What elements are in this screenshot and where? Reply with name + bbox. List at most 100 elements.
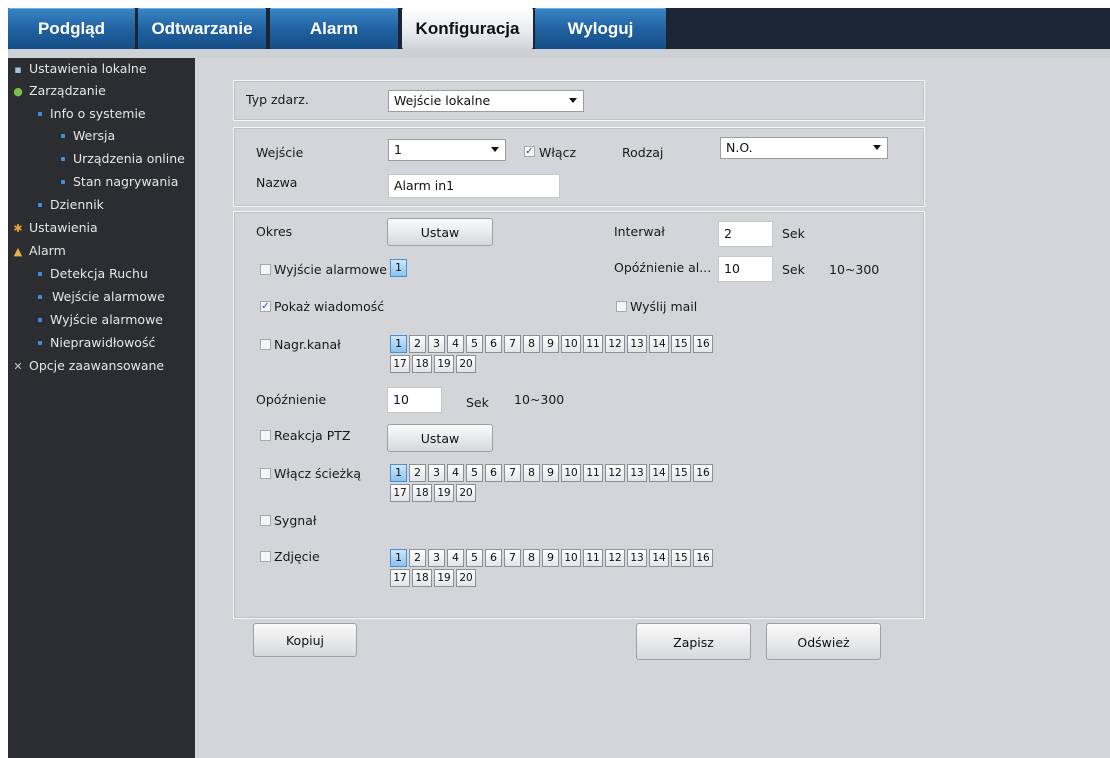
tab-configuration[interactable]: Konfiguracja: [402, 8, 533, 49]
event-type-select[interactable]: Wejście lokalne: [388, 90, 584, 112]
channel-button[interactable]: 7: [504, 549, 521, 567]
channel-button[interactable]: 7: [504, 335, 521, 353]
send-mail-checkbox[interactable]: [616, 301, 627, 312]
channel-button[interactable]: 9: [542, 464, 559, 482]
channel-button[interactable]: 20: [456, 355, 476, 373]
channel-button[interactable]: 6: [485, 464, 502, 482]
channel-button[interactable]: 3: [428, 549, 445, 567]
alarm-delay-input[interactable]: 10: [718, 256, 773, 282]
channel-button[interactable]: 10: [561, 549, 581, 567]
channel-button[interactable]: 15: [671, 335, 691, 353]
sidebar-item-advanced[interactable]: ✕ Opcje zaawansowane: [12, 355, 164, 377]
show-message-checkbox[interactable]: ✓: [260, 301, 271, 312]
type-select[interactable]: N.O.: [720, 137, 888, 159]
tour-checkbox[interactable]: [260, 468, 271, 479]
channel-button[interactable]: 3: [428, 335, 445, 353]
sidebar-item-alarm-input[interactable]: Wejście alarmowe: [38, 286, 169, 308]
sidebar-item-motion-detection[interactable]: Detekcja Ruchu: [38, 263, 148, 285]
channel-button[interactable]: 20: [456, 484, 476, 502]
alarm-output-checkbox[interactable]: [260, 264, 271, 275]
channel-button[interactable]: 12: [605, 335, 625, 353]
channel-button[interactable]: 14: [649, 464, 669, 482]
channel-button[interactable]: 20: [456, 569, 476, 587]
channel-button[interactable]: 4: [447, 549, 464, 567]
channel-button[interactable]: 14: [649, 549, 669, 567]
delay-input[interactable]: 10: [387, 387, 442, 413]
channel-button[interactable]: 11: [583, 549, 603, 567]
tab-alarm[interactable]: Alarm: [270, 8, 398, 49]
channel-button[interactable]: 19: [434, 484, 454, 502]
channel-button[interactable]: 7: [504, 464, 521, 482]
channel-button[interactable]: 18: [412, 355, 432, 373]
channel-button[interactable]: 17: [390, 355, 410, 373]
channel-button[interactable]: 18: [412, 484, 432, 502]
channel-button[interactable]: 2: [409, 464, 426, 482]
channel-button[interactable]: 1: [390, 549, 407, 567]
sidebar-item-local-settings[interactable]: ▪ Ustawienia lokalne: [12, 58, 146, 80]
channel-button[interactable]: 8: [523, 464, 540, 482]
channel-button[interactable]: 10: [561, 464, 581, 482]
name-input[interactable]: Alarm in1: [388, 174, 560, 198]
channel-button[interactable]: 12: [605, 464, 625, 482]
period-set-button[interactable]: Ustaw: [387, 218, 493, 246]
sidebar-item-alarm-output[interactable]: Wyjście alarmowe: [38, 309, 163, 331]
channel-button[interactable]: 17: [390, 484, 410, 502]
channel-button[interactable]: 8: [523, 335, 540, 353]
channel-button[interactable]: 5: [466, 335, 483, 353]
sidebar-item-management[interactable]: ● Zarządzanie: [12, 80, 106, 102]
refresh-button[interactable]: Odśwież: [766, 623, 881, 660]
channel-button[interactable]: 5: [466, 549, 483, 567]
channel-button[interactable]: 16: [693, 335, 713, 353]
sidebar-item-abnormality[interactable]: Nieprawidłowość: [38, 332, 155, 354]
sidebar-item-settings[interactable]: ✱ Ustawienia: [12, 217, 97, 239]
channel-button[interactable]: 19: [434, 569, 454, 587]
snapshot-checkbox[interactable]: [260, 551, 271, 562]
ptz-set-button[interactable]: Ustaw: [387, 424, 493, 452]
channel-button[interactable]: 4: [447, 464, 464, 482]
channel-button[interactable]: 6: [485, 335, 502, 353]
sidebar-item-system-info[interactable]: Info o systemie: [38, 103, 146, 125]
channel-button[interactable]: 16: [693, 464, 713, 482]
channel-button[interactable]: 10: [561, 335, 581, 353]
channel-button[interactable]: 16: [693, 549, 713, 567]
channel-button[interactable]: 9: [542, 335, 559, 353]
copy-button[interactable]: Kopiuj: [253, 623, 357, 657]
sidebar-item-log[interactable]: Dziennik: [38, 194, 104, 216]
channel-button[interactable]: 19: [434, 355, 454, 373]
channel-button[interactable]: 18: [412, 569, 432, 587]
channel-button[interactable]: 12: [605, 549, 625, 567]
channel-button[interactable]: 13: [627, 464, 647, 482]
channel-button[interactable]: 13: [627, 335, 647, 353]
channel-button[interactable]: 1: [390, 259, 407, 277]
interval-input[interactable]: 2: [718, 221, 773, 247]
enable-checkbox[interactable]: ✓: [524, 146, 535, 157]
channel-button[interactable]: 11: [583, 464, 603, 482]
signal-checkbox[interactable]: [260, 515, 271, 526]
tab-preview[interactable]: Podgląd: [8, 8, 135, 49]
record-channel-checkbox[interactable]: [260, 339, 271, 350]
channel-button[interactable]: 1: [390, 335, 407, 353]
channel-button[interactable]: 1: [390, 464, 407, 482]
channel-button[interactable]: 15: [671, 549, 691, 567]
channel-button[interactable]: 14: [649, 335, 669, 353]
ptz-checkbox[interactable]: [260, 430, 271, 441]
channel-button[interactable]: 9: [542, 549, 559, 567]
sidebar-item-version[interactable]: Wersja: [61, 125, 115, 147]
channel-button[interactable]: 5: [466, 464, 483, 482]
channel-button[interactable]: 3: [428, 464, 445, 482]
save-button[interactable]: Zapisz: [636, 623, 751, 660]
sidebar-item-online-devices[interactable]: Urządzenia online: [61, 148, 185, 170]
channel-button[interactable]: 11: [583, 335, 603, 353]
channel-button[interactable]: 2: [409, 549, 426, 567]
tab-logout[interactable]: Wyloguj: [535, 8, 666, 49]
channel-button[interactable]: 17: [390, 569, 410, 587]
sidebar-item-recording-state[interactable]: Stan nagrywania: [61, 171, 178, 193]
input-select[interactable]: 1: [388, 139, 506, 161]
channel-button[interactable]: 4: [447, 335, 464, 353]
channel-button[interactable]: 2: [409, 335, 426, 353]
tab-playback[interactable]: Odtwarzanie: [138, 8, 266, 49]
channel-button[interactable]: 6: [485, 549, 502, 567]
channel-button[interactable]: 15: [671, 464, 691, 482]
sidebar-item-alarm[interactable]: ▲ Alarm: [12, 240, 66, 262]
channel-button[interactable]: 8: [523, 549, 540, 567]
